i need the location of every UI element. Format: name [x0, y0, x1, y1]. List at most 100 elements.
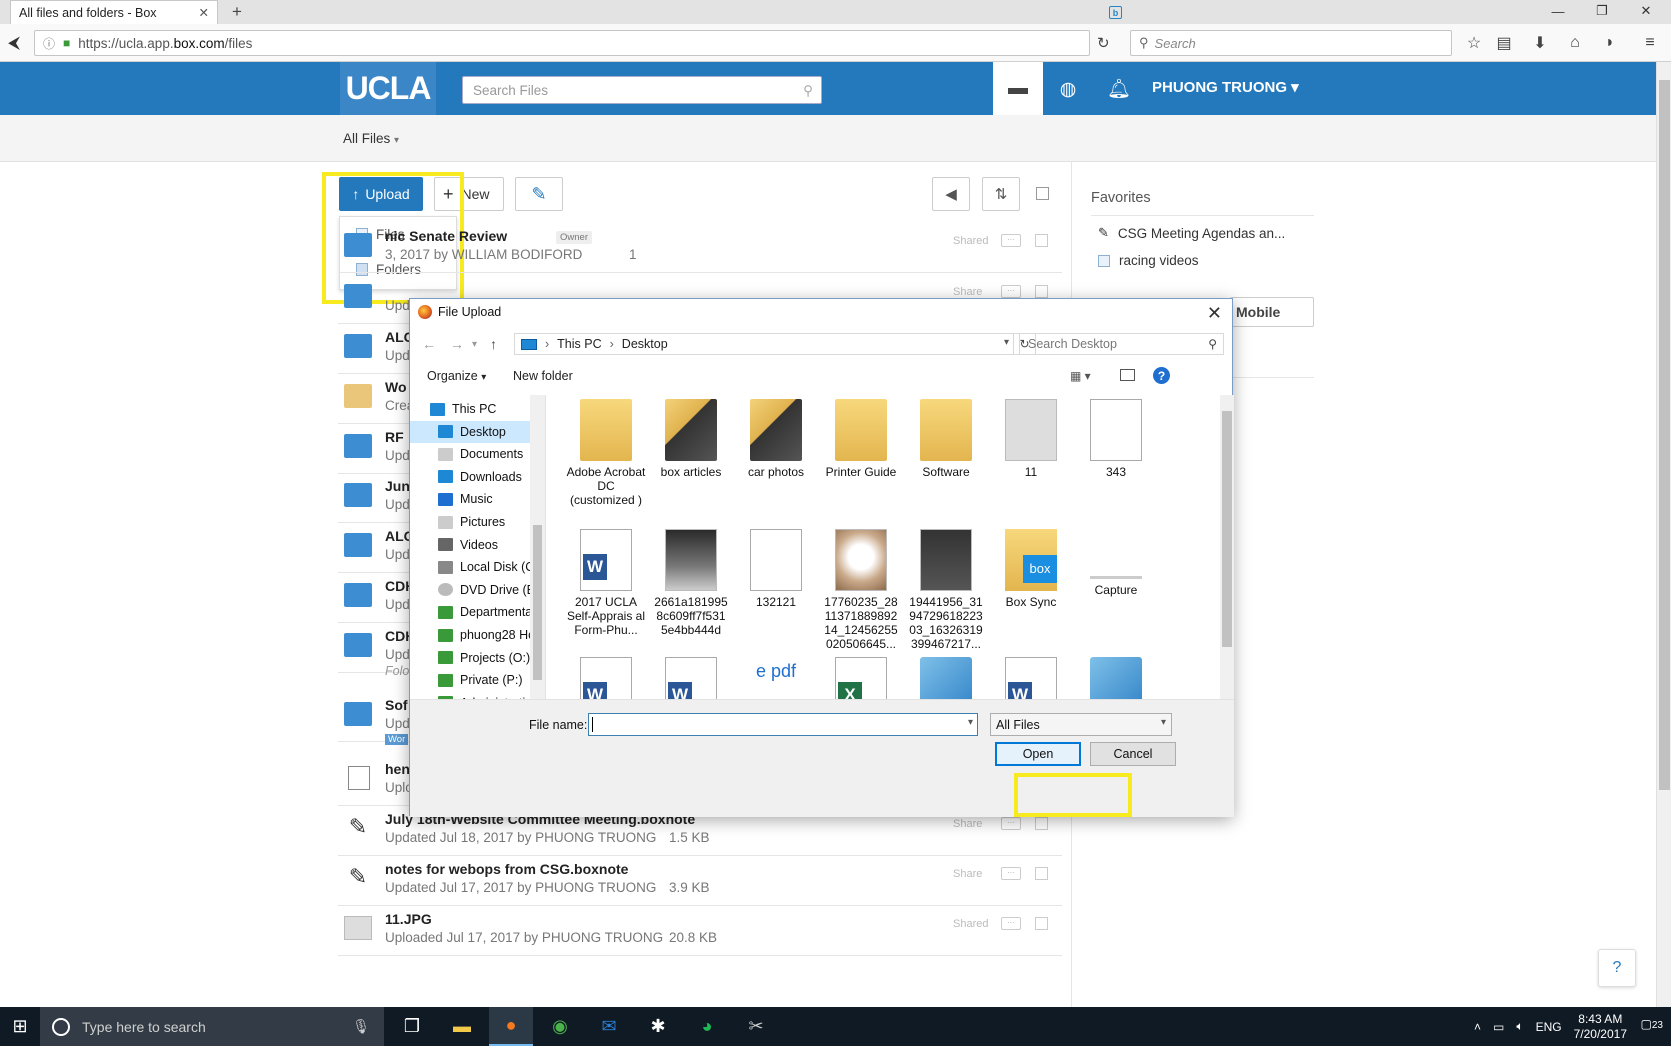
- file-row[interactable]: ✎ notes for webops from CSG.boxnote Update…: [338, 854, 1062, 906]
- task-view-icon[interactable]: ❐: [390, 1007, 434, 1046]
- nav-item-videos[interactable]: Videos: [410, 534, 530, 556]
- tag-badge[interactable]: Wor: [385, 734, 409, 745]
- more-options-icon[interactable]: ···: [1001, 817, 1021, 830]
- nav-item-network-drive[interactable]: Private (P:): [410, 669, 530, 691]
- desktop-file-item[interactable]: [989, 657, 1073, 699]
- share-link[interactable]: Shared: [953, 918, 988, 930]
- taskbar-search[interactable]: Type here to search 🎙︎: [40, 1007, 384, 1046]
- scrollbar-thumb[interactable]: [1222, 411, 1232, 647]
- desktop-file-item[interactable]: 343: [1074, 399, 1158, 479]
- desktop-file-item[interactable]: 17760235_28 11371889892 14_12456255 0205…: [819, 529, 903, 651]
- organize-menu[interactable]: Organize ▾: [427, 369, 486, 383]
- favorite-item[interactable]: racing videos: [1098, 253, 1199, 268]
- row-checkbox[interactable]: [1035, 285, 1048, 298]
- desktop-file-item[interactable]: 11: [989, 399, 1073, 479]
- desktop-file-item[interactable]: [649, 657, 733, 699]
- mobile-button[interactable]: Mobile: [1230, 297, 1314, 327]
- nav-item-network-drive[interactable]: Projects (O:): [410, 647, 530, 669]
- share-link[interactable]: Share: [953, 818, 982, 830]
- new-tab-button[interactable]: +: [232, 2, 242, 22]
- desktop-file-item[interactable]: [1074, 657, 1158, 699]
- select-all-checkbox[interactable]: [1036, 187, 1049, 200]
- desktop-file-item[interactable]: 19441956_31 94729618223 03_16326319 3994…: [904, 529, 988, 651]
- microphone-icon[interactable]: 🎙︎: [352, 1018, 370, 1035]
- file-name-input[interactable]: ▾: [588, 713, 978, 736]
- row-checkbox[interactable]: [1035, 817, 1048, 830]
- search-icon[interactable]: ⚲: [803, 83, 813, 99]
- file-name[interactable]: Jun: [385, 478, 410, 494]
- more-options-icon[interactable]: ···: [1001, 867, 1021, 880]
- pocket-icon[interactable]: ◗: [1598, 30, 1622, 56]
- scrollbar-thumb[interactable]: [533, 525, 542, 680]
- back-arrow-icon[interactable]: ←: [422, 336, 436, 352]
- all-files-folder-icon[interactable]: ▬: [993, 62, 1043, 115]
- menu-icon[interactable]: ≡: [1638, 30, 1662, 56]
- desktop-file-item[interactable]: Adobe Acrobat DC (customized ): [564, 399, 648, 507]
- desktop-file-item[interactable]: box articles: [649, 399, 733, 479]
- reading-list-icon[interactable]: ▤: [1492, 30, 1516, 56]
- recent-locations-icon[interactable]: ▾: [472, 339, 477, 350]
- path-breadcrumb[interactable]: › This PC › Desktop ▾: [514, 333, 1014, 355]
- dialog-close-button[interactable]: ✕: [1207, 303, 1222, 324]
- chevron-down-icon[interactable]: ▾: [1004, 337, 1009, 348]
- share-link[interactable]: Shared: [953, 235, 988, 247]
- desktop-file-item[interactable]: [734, 657, 818, 699]
- volume-icon[interactable]: 🔈︎: [1516, 1019, 1523, 1034]
- clock[interactable]: 8:43 AM 7/20/2017: [1574, 1012, 1627, 1042]
- new-folder-button[interactable]: New folder: [513, 369, 573, 383]
- browser-tab[interactable]: b All files and folders - Box ✕: [10, 0, 1122, 24]
- minimize-button[interactable]: —: [1536, 0, 1580, 22]
- help-button[interactable]: ?: [1598, 949, 1636, 987]
- file-name[interactable]: Wo: [385, 379, 407, 395]
- desktop-file-item[interactable]: 2661a181995 8c609ff7f531 5e4bb444d: [649, 529, 733, 637]
- file-name[interactable]: Sof: [385, 697, 408, 713]
- sort-button[interactable]: ⇅: [982, 177, 1020, 211]
- chevron-up-icon[interactable]: ˄: [1474, 1020, 1481, 1034]
- share-link[interactable]: Share: [953, 286, 982, 298]
- chevron-down-icon[interactable]: ▾: [968, 717, 973, 728]
- file-name[interactable]: RF: [385, 429, 404, 445]
- open-button[interactable]: Open: [995, 742, 1081, 766]
- snipping-tool-icon[interactable]: ✂: [734, 1007, 778, 1046]
- notification-center[interactable]: ▢23: [1641, 1017, 1663, 1031]
- cancel-button[interactable]: Cancel: [1090, 742, 1176, 766]
- nav-item-pictures[interactable]: Pictures: [410, 511, 530, 533]
- desktop-file-item[interactable]: Capture: [1074, 529, 1158, 597]
- forward-arrow-icon[interactable]: →: [450, 336, 464, 352]
- file-name[interactable]: nic Senate Review: [385, 228, 507, 244]
- nav-item-desktop[interactable]: Desktop: [410, 420, 530, 443]
- page-scrollbar[interactable]: [1656, 62, 1671, 1007]
- nav-item-pc[interactable]: This PC: [410, 398, 530, 420]
- nav-item-disk[interactable]: Local Disk (C:): [410, 556, 530, 578]
- more-options-icon[interactable]: ···: [1001, 285, 1021, 298]
- windows-start-icon[interactable]: ⊞: [0, 1007, 40, 1046]
- ucla-logo[interactable]: UCLA: [340, 62, 436, 115]
- file-row[interactable]: nic Senate Review 3, 2017 by WILLIAM BODI…: [338, 221, 1062, 273]
- bookmark-star-icon[interactable]: ☆: [1462, 30, 1486, 56]
- more-options-icon[interactable]: ···: [1001, 234, 1021, 247]
- desktop-file-item[interactable]: [564, 657, 648, 699]
- row-checkbox[interactable]: [1035, 867, 1048, 880]
- row-checkbox[interactable]: [1035, 234, 1048, 247]
- file-name[interactable]: 11.JPG: [385, 911, 432, 927]
- back-arrow-icon[interactable]: ⮜: [8, 33, 20, 53]
- desktop-file-item[interactable]: [819, 657, 903, 699]
- file-type-select[interactable]: All Files ▾: [990, 713, 1172, 736]
- url-bar[interactable]: ⓘ ■ https://ucla.app.box.com/files: [34, 30, 1090, 56]
- more-options-icon[interactable]: ···: [1001, 917, 1021, 930]
- up-arrow-icon[interactable]: ↑: [490, 336, 497, 352]
- browser-search-field[interactable]: ⚲ Search: [1130, 30, 1452, 56]
- nav-item-documents[interactable]: Documents: [410, 443, 530, 465]
- share-link[interactable]: Share: [953, 868, 982, 880]
- file-search-input[interactable]: Search Files ⚲: [462, 76, 822, 104]
- path-this-pc[interactable]: This PC: [557, 337, 601, 351]
- favorite-item[interactable]: ✎ CSG Meeting Agendas an...: [1098, 225, 1285, 241]
- desktop-file-item[interactable]: Software: [904, 399, 988, 479]
- desktop-file-item[interactable]: Printer Guide: [819, 399, 903, 479]
- info-icon[interactable]: ⓘ: [43, 35, 55, 52]
- spotify-icon[interactable]: ◕: [685, 1007, 729, 1046]
- notification-bell-icon[interactable]: 🔔︎: [1106, 76, 1132, 102]
- tab-close-icon[interactable]: ✕: [199, 5, 209, 20]
- window-close-button[interactable]: ✕: [1624, 0, 1668, 22]
- slack-icon[interactable]: ✱: [636, 1007, 680, 1046]
